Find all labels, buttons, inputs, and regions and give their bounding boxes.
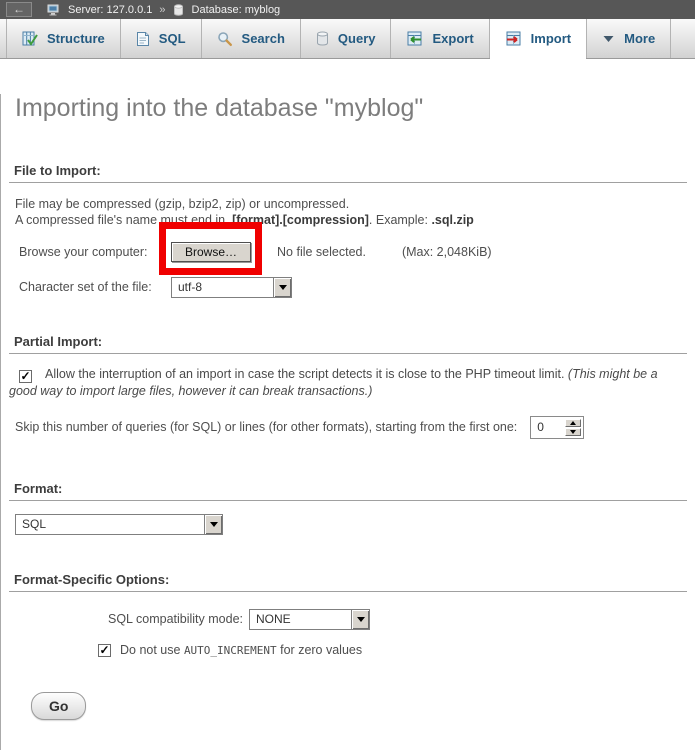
tab-export[interactable]: Export	[391, 19, 489, 58]
auto-increment-label-post: for zero values	[277, 643, 362, 657]
skip-queries-input[interactable]	[533, 419, 565, 436]
sql-compatibility-row: SQL compatibility mode: NONE	[98, 608, 695, 630]
search-icon	[217, 31, 233, 47]
skip-queries-row: Skip this number of queries (for SQL) or…	[15, 415, 695, 439]
format-specific-heading: Format-Specific Options:	[9, 572, 687, 592]
file-import-help-text: File may be compressed (gzip, bzip2, zip…	[15, 196, 695, 228]
tab-bar: Structure SQL Search Query Export Import	[0, 19, 695, 59]
import-page: Importing into the database "myblog" Fil…	[0, 94, 695, 750]
breadcrumb-bar: ← Server: 127.0.0.1 » Database: myblog	[0, 0, 695, 19]
skip-queries-spinner	[530, 416, 584, 439]
browse-button[interactable]: Browse…	[171, 242, 251, 262]
sql-compatibility-select[interactable]: NONE	[249, 609, 370, 630]
format-selected-value: SQL	[16, 515, 204, 534]
charset-select[interactable]: utf-8	[171, 277, 292, 298]
tab-label: More	[624, 31, 655, 46]
tab-import[interactable]: Import	[490, 19, 587, 58]
partial-import-heading: Partial Import:	[9, 334, 687, 354]
sql-compatibility-label: SQL compatibility mode:	[98, 612, 243, 626]
structure-icon	[22, 31, 38, 47]
import-icon	[505, 31, 522, 47]
query-icon	[316, 31, 329, 46]
file-upload-row: Browse your computer: Browse… No file se…	[19, 241, 695, 263]
skip-queries-label: Skip this number of queries (for SQL) or…	[15, 420, 517, 434]
filename-example-label: . Example:	[369, 213, 432, 227]
dropdown-arrow-icon[interactable]	[273, 278, 291, 297]
auto-increment-label-pre: Do not use	[120, 643, 184, 657]
dropdown-arrow-icon[interactable]	[351, 610, 369, 629]
charset-selected-value: utf-8	[172, 278, 273, 297]
export-icon	[406, 31, 423, 47]
tab-structure[interactable]: Structure	[6, 19, 121, 58]
tab-query[interactable]: Query	[301, 19, 392, 58]
breadcrumb-database[interactable]: Database: myblog	[192, 4, 281, 16]
charset-row: Character set of the file: utf-8	[19, 276, 695, 298]
format-heading: Format:	[9, 481, 687, 501]
tab-label: Search	[242, 31, 285, 46]
sql-compatibility-value: NONE	[250, 610, 351, 629]
tab-label: Query	[338, 31, 376, 46]
dropdown-arrow-icon[interactable]	[204, 515, 222, 534]
allow-interrupt-checkbox[interactable]: ✓	[19, 370, 32, 383]
breadcrumb-server[interactable]: Server: 127.0.0.1	[68, 4, 152, 16]
auto-increment-keyword: AUTO_INCREMENT	[184, 644, 277, 657]
tab-more[interactable]: More	[587, 19, 671, 58]
browse-label: Browse your computer:	[19, 245, 171, 259]
no-file-selected-text: No file selected.	[277, 245, 366, 259]
allow-interrupt-row: ✓ Allow the interruption of an import in …	[9, 366, 681, 399]
tab-search[interactable]: Search	[202, 19, 301, 58]
breadcrumb-separator: »	[159, 4, 165, 16]
sql-icon	[136, 31, 150, 47]
format-select[interactable]: SQL	[15, 514, 223, 535]
charset-label: Character set of the file:	[19, 280, 171, 294]
tab-label: SQL	[159, 31, 186, 46]
filename-example: .sql.zip	[431, 213, 473, 227]
server-icon	[47, 4, 60, 16]
back-button[interactable]: ←	[6, 2, 32, 17]
database-icon	[173, 4, 184, 16]
compression-note: File may be compressed (gzip, bzip2, zip…	[15, 197, 349, 211]
spinner-down-button[interactable]	[565, 428, 581, 436]
tab-label: Export	[432, 31, 473, 46]
auto-increment-row: ✓ Do not use AUTO_INCREMENT for zero val…	[98, 643, 695, 657]
tab-label: Import	[531, 31, 571, 46]
max-upload-size: (Max: 2,048KiB)	[402, 245, 492, 259]
tab-label: Structure	[47, 31, 105, 46]
auto-increment-checkbox[interactable]: ✓	[98, 644, 111, 657]
spinner-up-button[interactable]	[565, 419, 581, 427]
allow-interrupt-label: Allow the interruption of an import in c…	[45, 367, 568, 381]
filename-pattern: .[format].[compression]	[229, 213, 369, 227]
filename-note: A compressed file's name must end in	[15, 213, 229, 227]
file-to-import-heading: File to Import:	[9, 163, 687, 183]
auto-increment-label: Do not use AUTO_INCREMENT for zero value…	[120, 643, 362, 657]
chevron-down-icon	[602, 34, 615, 44]
page-title: Importing into the database "myblog"	[15, 94, 695, 122]
tab-sql[interactable]: SQL	[121, 19, 202, 58]
